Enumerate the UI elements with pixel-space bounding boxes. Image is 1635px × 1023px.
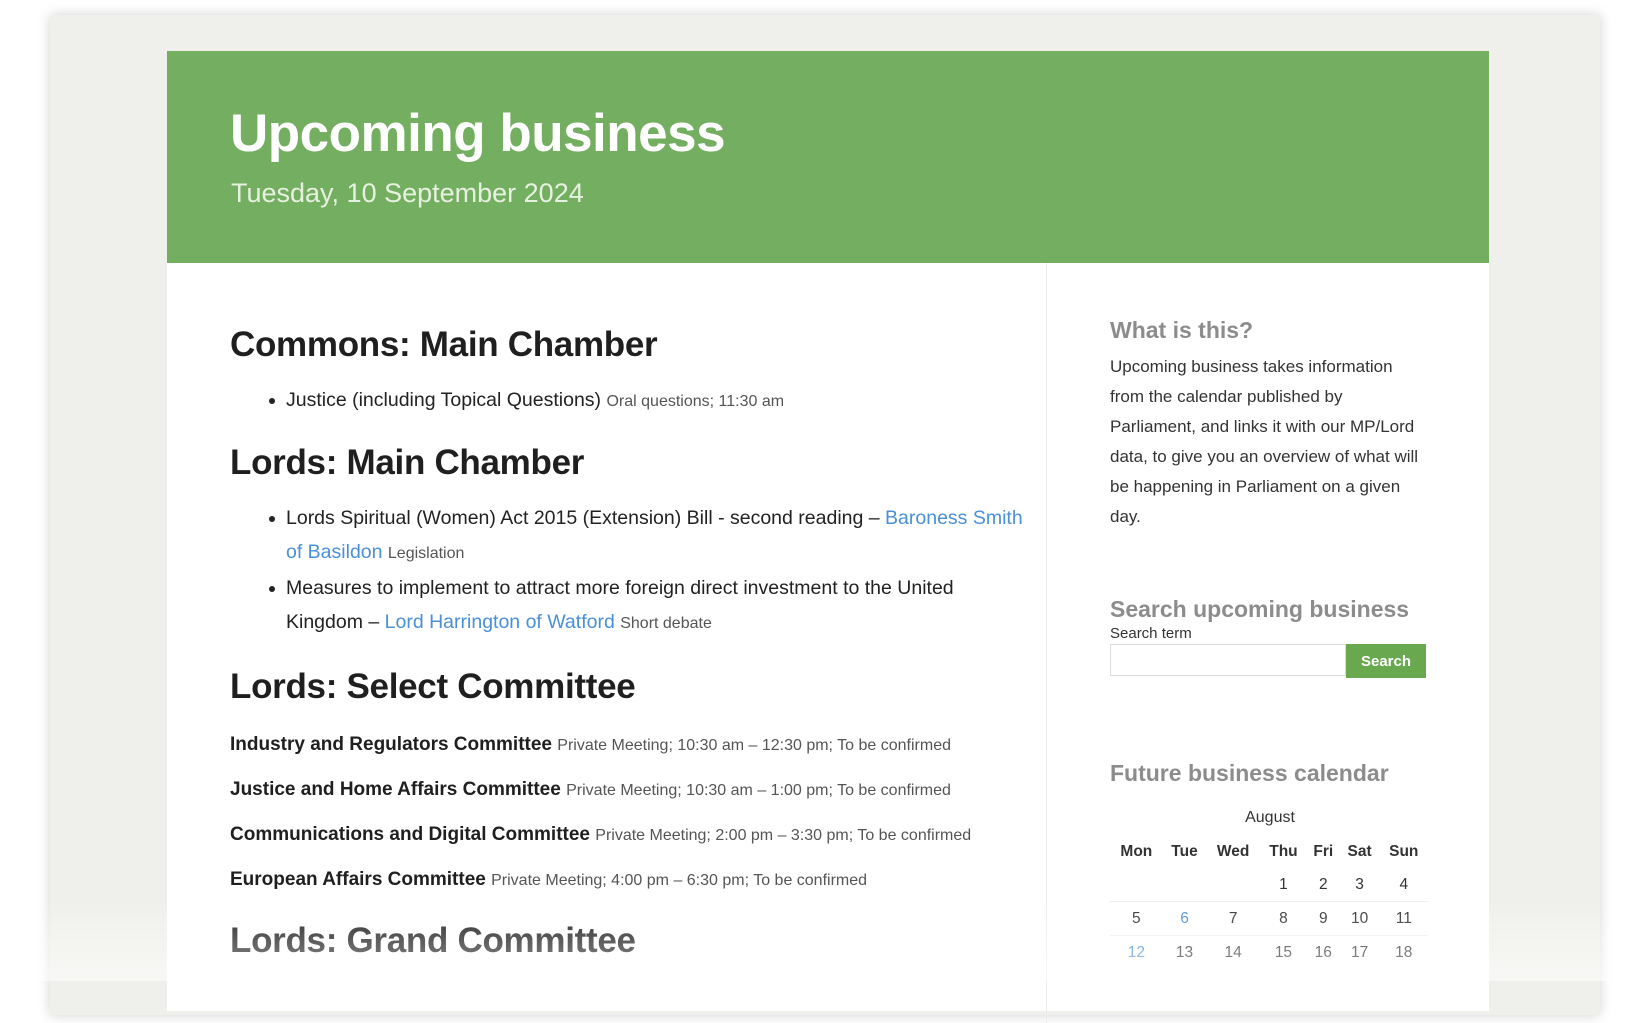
- calendar-day: 8: [1259, 901, 1307, 936]
- about-heading: What is this?: [1110, 317, 1254, 343]
- item-title: Lords Spiritual (Women) Act 2015 (Extens…: [286, 507, 880, 529]
- committee-name: Justice and Home Affairs Committee: [230, 779, 561, 800]
- item-meta: Legislation: [387, 545, 465, 562]
- calendar-month: August: [1245, 809, 1295, 826]
- calendar-day: 2: [1318, 875, 1328, 893]
- page-date: Tuesday, 10 September 2024: [231, 178, 584, 208]
- calendar-weekday-row: Mon Tue Wed Thu Fri Sat Sun: [1110, 835, 1428, 868]
- calendar-heading: Future business calendar: [1110, 760, 1389, 786]
- item-title: Justice (including Topical Questions): [286, 389, 602, 411]
- item-meta: Oral questions; 11:30 am: [606, 393, 785, 410]
- committee-row: Industry and Regulators Committee Privat…: [230, 731, 1030, 760]
- weekday-header: Fri: [1313, 842, 1334, 860]
- section-title-lords-select: Lords: Select Committee: [230, 667, 636, 706]
- search-label: Search term: [1110, 625, 1192, 642]
- list-item: Measures to implement to attract more fo…: [269, 571, 1030, 641]
- calendar-day: 9: [1306, 901, 1340, 936]
- column-divider: [1046, 263, 1047, 1023]
- lords-main-list: Lords Spiritual (Women) Act 2015 (Extens…: [230, 501, 1030, 641]
- committee-meta: Private Meeting; 2:00 pm – 3:30 pm; To b…: [595, 827, 972, 844]
- search-heading: Search upcoming business: [1110, 596, 1410, 622]
- committee-name: Industry and Regulators Committee: [230, 734, 552, 755]
- calendar-empty-cell: [1163, 868, 1207, 902]
- calendar-day: 17: [1339, 935, 1380, 969]
- committee-row: Communications and Digital Committee Pri…: [230, 821, 1030, 850]
- calendar-day: 7: [1206, 901, 1260, 936]
- calendar-week-row: 12 13 14 15 16 17 18: [1110, 935, 1428, 969]
- committee-list: Industry and Regulators Committee Privat…: [230, 731, 1030, 895]
- member-link[interactable]: Lord Harrington of Watford: [385, 611, 615, 633]
- calendar-day: 4: [1399, 875, 1409, 893]
- weekday-header: Mon: [1120, 842, 1153, 860]
- page-container: Upcoming business Tuesday, 10 September …: [167, 51, 1489, 1023]
- committee-meta: Private Meeting; 10:30 am – 12:30 pm; To…: [557, 737, 951, 754]
- calendar-day[interactable]: 12: [1110, 935, 1163, 969]
- calendar-day: 16: [1306, 935, 1340, 969]
- search-input[interactable]: [1110, 644, 1346, 676]
- search-form: Search: [1110, 644, 1430, 678]
- calendar-body: 1 2 3 4 5 6 7 8 9 10 11 12 13 14 15 16 17 18: [1110, 868, 1428, 969]
- weekday-header: Sun: [1389, 842, 1419, 860]
- section-title-lords-grand: Lords: Grand Committee: [230, 921, 636, 960]
- calendar-empty-cell: [1110, 868, 1163, 902]
- about-text: Upcoming business takes information from…: [1110, 357, 1419, 526]
- section-title-commons-main: Commons: Main Chamber: [230, 325, 658, 364]
- calendar-week-row: 5 6 7 8 9 10 11: [1110, 901, 1428, 936]
- calendar-table: Mon Tue Wed Thu Fri Sat Sun 1 2 3 4 5 6 7 8 9 10 1…: [1110, 835, 1428, 969]
- calendar-day: 5: [1110, 901, 1163, 936]
- section-title-lords-main: Lords: Main Chamber: [230, 443, 585, 482]
- sidebar: What is this? Upcoming business takes in…: [1110, 263, 1430, 969]
- calendar-week-row: 1 2 3 4: [1110, 868, 1428, 902]
- committee-name: Communications and Digital Committee: [230, 824, 590, 845]
- committee-name: European Affairs Committee: [230, 869, 486, 890]
- search-button[interactable]: Search: [1346, 644, 1426, 678]
- weekday-header: Thu: [1269, 842, 1298, 860]
- calendar-day: 3: [1355, 875, 1364, 893]
- list-item: Justice (including Topical Questions) Or…: [269, 383, 1030, 419]
- calendar-day: 10: [1339, 901, 1380, 936]
- commons-main-list: Justice (including Topical Questions) Or…: [230, 383, 1030, 419]
- weekday-header: Wed: [1216, 842, 1250, 860]
- committee-row: European Affairs Committee Private Meeti…: [230, 866, 1030, 895]
- page-title: Upcoming business: [230, 104, 726, 163]
- calendar-day: 1: [1279, 875, 1288, 893]
- main-content: Commons: Main Chamber Justice (including…: [230, 263, 1030, 961]
- committee-meta: Private Meeting; 4:00 pm – 6:30 pm; To b…: [491, 872, 868, 889]
- calendar-day: 14: [1206, 935, 1260, 969]
- calendar-empty-cell: [1206, 868, 1260, 902]
- calendar-day[interactable]: 6: [1162, 901, 1207, 936]
- item-meta: Short debate: [620, 615, 712, 632]
- calendar-day: 18: [1379, 935, 1428, 969]
- list-item: Lords Spiritual (Women) Act 2015 (Extens…: [269, 501, 1030, 571]
- committee-row: Justice and Home Affairs Committee Priva…: [230, 776, 1030, 805]
- calendar-day: 11: [1379, 901, 1428, 936]
- weekday-header: Tue: [1171, 842, 1198, 860]
- page-header: Upcoming business Tuesday, 10 September …: [167, 51, 1489, 263]
- calendar-day: 13: [1162, 935, 1207, 969]
- calendar-day: 15: [1259, 935, 1307, 969]
- weekday-header: Sat: [1347, 842, 1372, 860]
- committee-meta: Private Meeting; 10:30 am – 1:00 pm; To …: [566, 782, 951, 799]
